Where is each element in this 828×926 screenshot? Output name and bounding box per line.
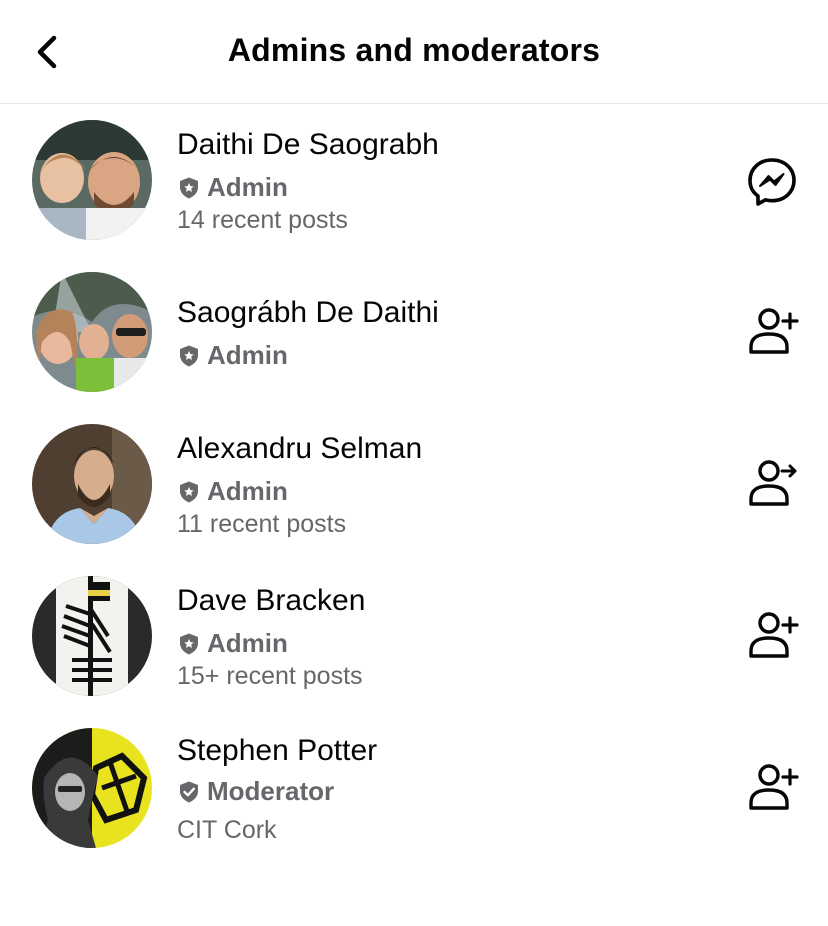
member-name[interactable]: Stephen Potter (177, 734, 377, 768)
member-row[interactable]: Daithi De Saograbh Admin 14 recent posts (0, 104, 828, 272)
member-role-label: Admin (207, 476, 288, 506)
member-row[interactable]: Dave Bracken Admin 15+ recent posts (0, 572, 828, 724)
member-role: Admin (177, 172, 288, 203)
cancel-request-button[interactable] (742, 454, 802, 514)
add-friend-icon (749, 612, 799, 658)
moderator-shield-icon (180, 781, 198, 802)
avatar[interactable] (32, 576, 152, 696)
add-friend-icon (749, 764, 799, 810)
member-role-label: Admin (207, 628, 288, 658)
admin-shield-icon (180, 345, 198, 366)
member-name[interactable]: Dave Bracken (177, 584, 365, 618)
messenger-icon (748, 158, 796, 206)
add-friend-button[interactable] (742, 302, 802, 362)
member-meta: 15+ recent posts (177, 662, 363, 690)
member-role: Admin (177, 340, 288, 371)
friend-request-sent-icon (749, 460, 797, 506)
member-name[interactable]: Saográbh De Daithi (177, 296, 439, 330)
member-row[interactable]: Stephen Potter Moderator CIT Cork (0, 724, 828, 876)
member-meta: 14 recent posts (177, 206, 348, 234)
add-friend-button[interactable] (742, 606, 802, 666)
add-friend-button[interactable] (742, 758, 802, 818)
avatar[interactable] (32, 424, 152, 544)
admin-shield-icon (180, 633, 198, 654)
member-meta: 11 recent posts (177, 510, 347, 538)
page-title: Admins and moderators (227, 32, 601, 68)
member-name[interactable]: Daithi De Saograbh (177, 128, 439, 162)
member-role-label: Admin (207, 340, 288, 370)
member-role-label: Moderator (207, 776, 335, 806)
member-row[interactable]: Saográbh De Daithi Admin (0, 272, 828, 420)
member-name[interactable]: Alexandru Selman (177, 432, 422, 466)
header-bar: Admins and moderators (0, 0, 828, 104)
admin-shield-icon (180, 177, 198, 198)
admin-shield-icon (180, 481, 198, 502)
add-friend-icon (749, 308, 799, 354)
avatar[interactable] (32, 272, 152, 392)
member-row[interactable]: Alexandru Selman Admin 11 recent posts (0, 420, 828, 572)
member-role: Admin (177, 476, 288, 507)
member-meta: CIT Cork (177, 816, 277, 844)
member-role: Moderator (177, 776, 334, 807)
avatar[interactable] (32, 120, 152, 240)
avatar[interactable] (32, 728, 152, 848)
member-role-label: Admin (207, 172, 288, 202)
member-role: Admin (177, 628, 288, 659)
message-button[interactable] (742, 152, 802, 212)
